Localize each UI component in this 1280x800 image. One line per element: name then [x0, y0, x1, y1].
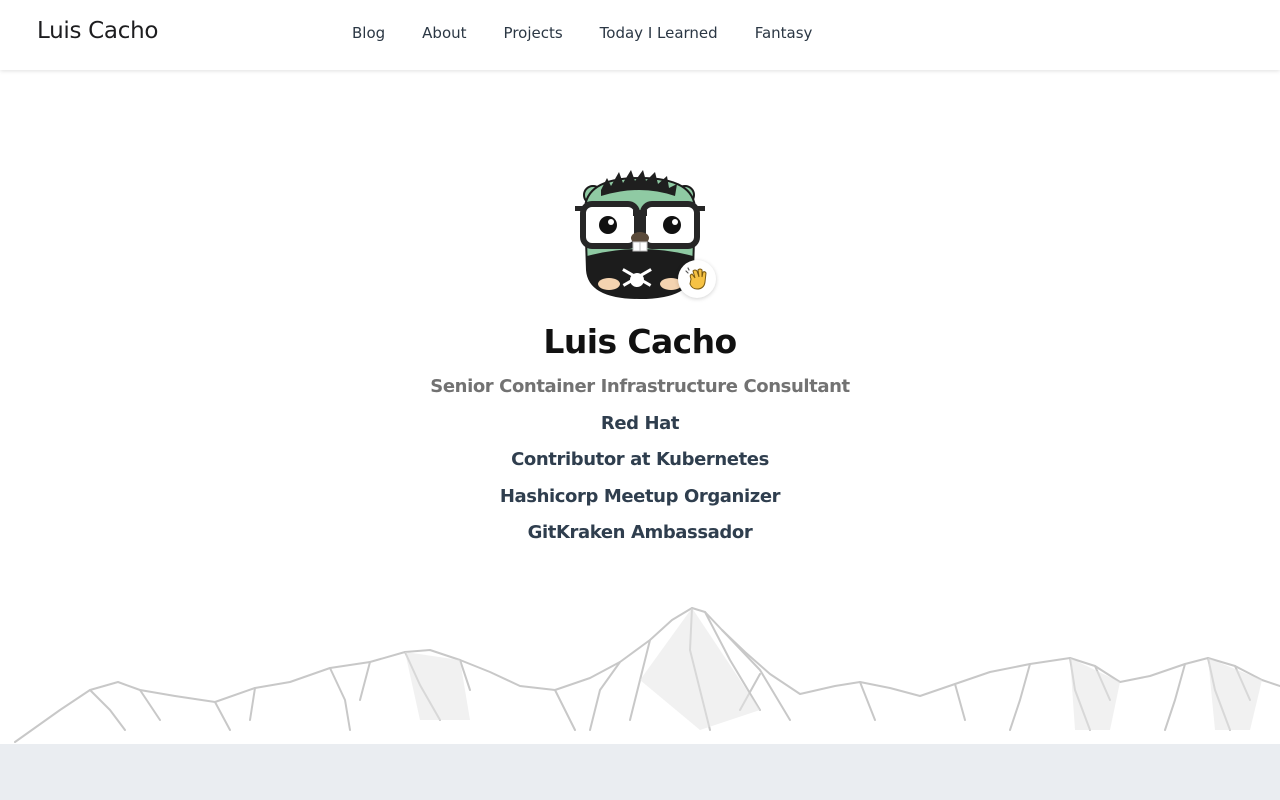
affiliation-kubernetes: Contributor at Kubernetes [511, 449, 769, 470]
waving-hand-icon [678, 260, 716, 298]
nav-link-projects[interactable]: Projects [504, 24, 563, 42]
footer-band [0, 744, 1280, 800]
affiliation-hashicorp: Hashicorp Meetup Organizer [499, 486, 781, 507]
nav-link-about[interactable]: About [422, 24, 466, 42]
profile-name: Luis Cacho [543, 322, 737, 361]
mountain-illustration [14, 607, 1280, 743]
nav-link-fantasy[interactable]: Fantasy [755, 24, 813, 42]
avatar [575, 170, 716, 300]
affiliation-red-hat: Red Hat [600, 413, 680, 434]
hero-section: Luis Cacho Senior Container Infrastructu… [0, 70, 1280, 744]
main-nav: Blog About Projects Today I Learned Fant… [352, 24, 849, 42]
top-navbar: Luis Cacho Blog About Projects Today I L… [0, 0, 1280, 70]
site-brand-link[interactable]: Luis Cacho [37, 18, 158, 44]
nav-link-today-i-learned[interactable]: Today I Learned [600, 24, 718, 42]
profile-role: Senior Container Infrastructure Consulta… [430, 376, 850, 397]
affiliation-gitkraken: GitKraken Ambassador [527, 522, 753, 543]
nav-link-blog[interactable]: Blog [352, 24, 385, 42]
